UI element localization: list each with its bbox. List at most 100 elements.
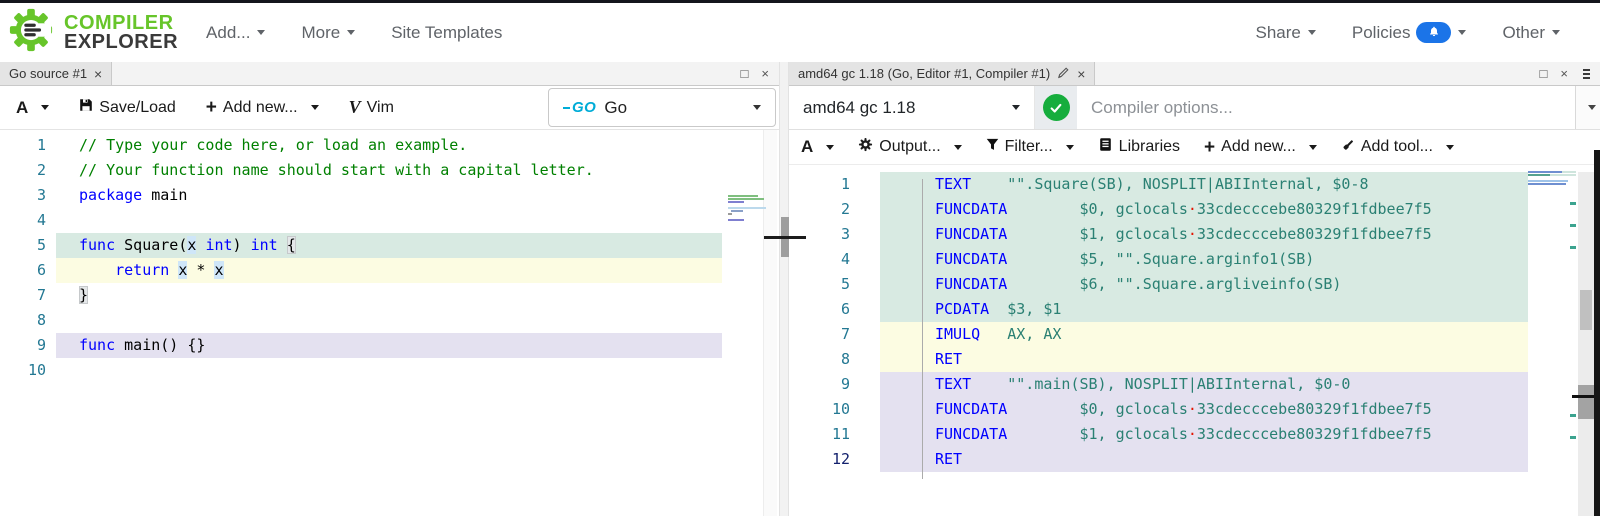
code-line-8[interactable]: 8RET [789, 347, 1600, 372]
line-number: 2 [0, 158, 46, 183]
compiler-explorer-logo[interactable]: COMPILER EXPLORER [8, 7, 178, 58]
menu-other[interactable]: Other [1502, 23, 1560, 43]
minimap-line [728, 207, 766, 209]
line-number: 3 [0, 183, 46, 208]
maximize-icon[interactable]: □ [1540, 67, 1548, 80]
source-editor[interactable]: 1// Type your code here, or load an exam… [0, 130, 779, 383]
close-icon[interactable]: × [761, 67, 769, 80]
libraries-label: Libraries [1119, 138, 1180, 156]
line-number: 7 [0, 283, 46, 308]
maximize-icon[interactable]: □ [741, 67, 749, 80]
notification-badge[interactable] [1416, 22, 1451, 43]
compiler-select[interactable]: amd64 gc 1.18 [789, 86, 1035, 129]
menu-add[interactable]: Add... [206, 23, 265, 43]
add-new-button[interactable]: + Add new... [206, 98, 319, 117]
filter-button[interactable]: Filter... [986, 138, 1074, 156]
line-number: 5 [789, 272, 850, 297]
font-size-button[interactable]: A [16, 98, 49, 118]
navbar-menu-right: Share Policies Other [1256, 22, 1561, 43]
menu-policies[interactable]: Policies [1352, 22, 1467, 43]
compiler-select-value: amd64 gc 1.18 [803, 98, 915, 118]
code-line-8[interactable]: 8 [0, 308, 779, 333]
code-line-6[interactable]: 6 return x * x [0, 258, 779, 283]
edge-drag-handle[interactable] [1578, 385, 1594, 419]
libraries-button[interactable]: Libraries [1098, 137, 1180, 157]
vim-label: Vim [367, 99, 394, 117]
tab-go-source[interactable]: Go source #1 × [0, 62, 112, 85]
font-size-button[interactable]: A [801, 137, 834, 157]
code-line-3[interactable]: 3package main [0, 183, 779, 208]
line-number: 11 [789, 422, 850, 447]
code-line-10[interactable]: 10FUNCDATA $0, gclocals·33cdecccebe80329… [789, 397, 1600, 422]
minimap-line [728, 213, 732, 215]
asm-output-editor[interactable]: 1TEXT "".Square(SB), NOSPLIT|ABIInternal… [789, 165, 1600, 472]
add-tool-label: Add tool... [1361, 138, 1433, 156]
line-number: 12 [789, 447, 850, 472]
code-line-11[interactable]: 11FUNCDATA $1, gclocals·33cdecccebe80329… [789, 422, 1600, 447]
screwdriver-icon [1341, 138, 1355, 157]
line-number: 3 [789, 222, 850, 247]
chevron-down-icon [257, 30, 265, 35]
go-logo-icon: GO [563, 99, 596, 116]
pencil-icon[interactable] [1057, 66, 1070, 82]
chevron-down-icon [41, 105, 49, 110]
code-line-12[interactable]: 12RET [789, 447, 1600, 472]
asm-minimap[interactable] [1528, 171, 1576, 186]
minimap-line [731, 210, 743, 212]
code-line-5[interactable]: 5func Square(x int) int { [0, 233, 779, 258]
code-line-2[interactable]: 2FUNCDATA $0, gclocals·33cdecccebe80329f… [789, 197, 1600, 222]
code-line-4[interactable]: 4FUNCDATA $5, "".Square.arginfo1(SB) [789, 247, 1600, 272]
source-minimap[interactable] [728, 195, 766, 222]
compiler-toolbar: A Output... Filter... [789, 130, 1600, 165]
line-number: 1 [789, 172, 850, 197]
close-icon[interactable]: × [94, 67, 102, 81]
splitter-drag-line [764, 236, 806, 239]
code-line-5[interactable]: 5FUNCDATA $6, "".Square.argliveinfo(SB) [789, 272, 1600, 297]
code-line-6[interactable]: 6PCDATA $3, $1 [789, 297, 1600, 322]
menu-site-templates-label: Site Templates [391, 23, 502, 43]
tab-go-source-label: Go source #1 [9, 66, 87, 81]
asm-scrollbar[interactable] [1578, 172, 1594, 516]
code-line-7[interactable]: 7IMULQ AX, AX [789, 322, 1600, 347]
language-select[interactable]: GO Go [548, 88, 776, 127]
compiler-options-input[interactable] [1077, 86, 1575, 129]
screen-edge-strip [1594, 150, 1600, 516]
minimap-line [1528, 183, 1566, 185]
vim-toggle-button[interactable]: V Vim [349, 97, 394, 118]
filter-label: Filter... [1005, 138, 1053, 156]
pane-splitter[interactable] [779, 62, 789, 516]
chevron-down-icon [1552, 30, 1560, 35]
menu-more[interactable]: More [301, 23, 355, 43]
code-line-1[interactable]: 1// Type your code here, or load an exam… [0, 133, 779, 158]
output-button[interactable]: Output... [858, 137, 961, 157]
add-new-button[interactable]: + Add new... [1204, 138, 1317, 157]
source-scrollbar[interactable] [763, 130, 777, 516]
menu-site-templates[interactable]: Site Templates [391, 23, 502, 43]
tab-compiler-output[interactable]: amd64 gc 1.18 (Go, Editor #1, Compiler #… [789, 62, 1095, 85]
compile-status-cell [1035, 86, 1077, 129]
overview-ruler-mark [1570, 414, 1576, 417]
bell-icon [1428, 23, 1440, 43]
add-new-label: Add new... [1221, 138, 1296, 156]
code-line-9[interactable]: 9func main() {} [0, 333, 779, 358]
close-icon[interactable]: × [1077, 67, 1085, 81]
code-line-3[interactable]: 3FUNCDATA $1, gclocals·33cdecccebe80329f… [789, 222, 1600, 247]
save-load-label: Save/Load [99, 99, 176, 117]
save-load-button[interactable]: Save/Load [79, 98, 176, 117]
chevron-down-icon [347, 30, 355, 35]
chevron-down-icon [826, 145, 834, 150]
minimap-line [1528, 174, 1576, 176]
line-number: 2 [789, 197, 850, 222]
asm-scrollbar-thumb[interactable] [1580, 290, 1592, 330]
source-pane-header: Go source #1 × □ × [0, 62, 779, 86]
code-line-2[interactable]: 2// Your function name should start with… [0, 158, 779, 183]
options-dropdown-button[interactable] [1575, 86, 1600, 129]
code-line-10[interactable]: 10 [0, 358, 779, 383]
add-tool-button[interactable]: Add tool... [1341, 138, 1454, 157]
code-line-9[interactable]: 9TEXT "".main(SB), NOSPLIT|ABIInternal, … [789, 372, 1600, 397]
menu-share[interactable]: Share [1256, 23, 1316, 43]
code-line-7[interactable]: 7} [0, 283, 779, 308]
close-icon[interactable]: × [1560, 67, 1568, 80]
code-line-4[interactable]: 4 [0, 208, 779, 233]
code-line-1[interactable]: 1TEXT "".Square(SB), NOSPLIT|ABIInternal… [789, 172, 1600, 197]
